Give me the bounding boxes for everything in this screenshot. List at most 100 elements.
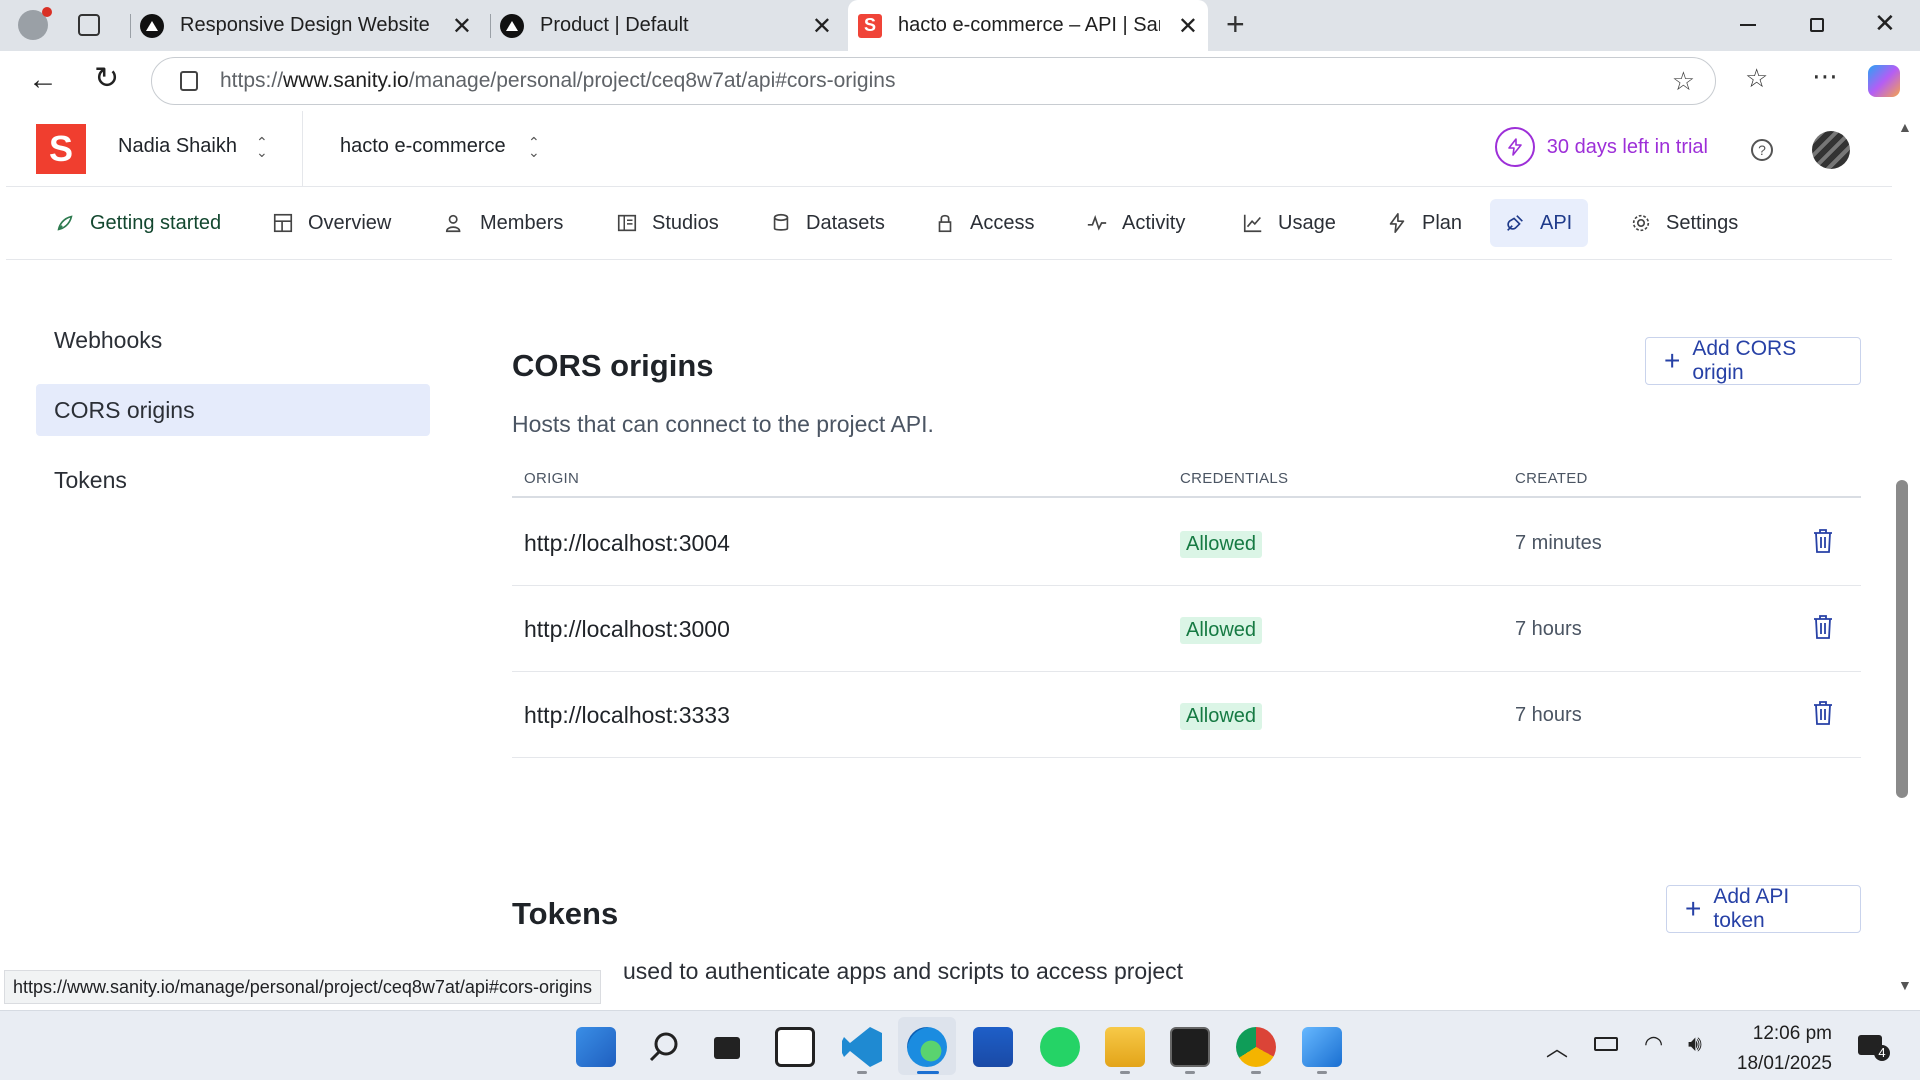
gear-icon <box>1632 214 1650 232</box>
scroll-up-arrow-icon[interactable]: ▲ <box>1898 119 1912 135</box>
nav-usage[interactable]: Usage <box>1228 199 1350 247</box>
minimize-button[interactable] <box>1740 24 1756 26</box>
nav-plan[interactable]: Plan <box>1372 199 1476 247</box>
scroll-down-arrow-icon[interactable]: ▼ <box>1898 977 1912 993</box>
browser-tab-active[interactable]: S hacto e-commerce – API | Sanity.i ✕ <box>848 0 1208 51</box>
plus-icon: + <box>1664 345 1681 376</box>
created-cell: 7 hours <box>1515 704 1582 726</box>
tokens-section-title: Tokens <box>512 896 619 931</box>
column-header-credentials: CREDENTIALS <box>1180 470 1289 487</box>
trash-icon[interactable] <box>1812 528 1834 554</box>
project-switcher-label[interactable]: hacto e-commerce <box>340 135 506 158</box>
project-nav: Getting started Overview Members Studios… <box>6 188 1892 260</box>
new-tab-button[interactable]: + <box>1226 6 1245 43</box>
wifi-icon[interactable]: ◠ <box>1644 1031 1663 1057</box>
plus-icon: + <box>1685 893 1702 924</box>
trash-icon[interactable] <box>1812 614 1834 640</box>
edge-icon[interactable] <box>907 1027 947 1067</box>
whatsapp-icon[interactable] <box>1040 1027 1080 1067</box>
sidebar-item-tokens[interactable]: Tokens <box>36 454 430 506</box>
nav-overview[interactable]: Overview <box>258 199 405 247</box>
photos-icon[interactable] <box>1302 1027 1342 1067</box>
sanity-logo[interactable]: S <box>36 124 86 174</box>
terminal-icon[interactable] <box>1170 1027 1210 1067</box>
help-icon[interactable]: ? <box>1751 139 1773 161</box>
created-cell: 7 hours <box>1515 618 1582 640</box>
browser-tab[interactable]: Product | Default ✕ <box>500 0 842 51</box>
org-switcher-label[interactable]: Nadia Shaikh <box>118 135 237 158</box>
chevron-updown-icon[interactable]: ⌃ ⌄ <box>528 135 542 159</box>
status-bar-url: https://www.sanity.io/manage/personal/pr… <box>4 970 601 1004</box>
nav-api[interactable]: API <box>1490 199 1588 247</box>
chevron-updown-icon[interactable]: ⌃ ⌄ <box>256 135 270 159</box>
close-tab-icon[interactable]: ✕ <box>452 12 472 41</box>
created-cell: 7 minutes <box>1515 532 1602 554</box>
browser-toolbar: ← ↻ https://www.sanity.io/manage/persona… <box>0 51 1920 111</box>
rocket-icon <box>57 215 73 231</box>
credentials-badge: Allowed <box>1180 703 1263 730</box>
task-view-icon[interactable] <box>708 1027 748 1067</box>
notification-icon[interactable]: 4 <box>1858 1035 1890 1061</box>
app-header: S Nadia Shaikh ⌃ ⌄ hacto e-commerce ⌃ ⌄ 30… <box>6 111 1892 187</box>
origin-cell: http://localhost:3004 <box>524 530 730 556</box>
trash-icon[interactable] <box>1812 700 1834 726</box>
trial-badge[interactable]: 30 days left in trial <box>1494 127 1708 167</box>
restore-button[interactable] <box>1810 18 1824 32</box>
close-window-button[interactable]: ✕ <box>1874 8 1896 39</box>
favorites-icon[interactable]: ☆ <box>1745 63 1768 94</box>
favorite-star-icon[interactable]: ☆ <box>1672 66 1695 97</box>
tab-actions-icon[interactable] <box>78 14 100 36</box>
sidebar-item-webhooks[interactable]: Webhooks <box>36 314 430 366</box>
browser-tab[interactable]: Responsive Design Website ✕ <box>140 0 482 51</box>
add-api-token-button[interactable]: + Add API token <box>1666 885 1861 933</box>
bolt-icon <box>1494 127 1535 167</box>
nav-studios[interactable]: Studios <box>602 199 733 247</box>
close-tab-icon[interactable]: ✕ <box>812 12 832 41</box>
scrollbar-thumb[interactable] <box>1896 480 1908 798</box>
sidebar-item-cors-origins[interactable]: CORS origins <box>36 384 430 436</box>
studio-icon <box>617 214 637 232</box>
notification-count: 4 <box>1874 1045 1890 1061</box>
sanity-favicon: S <box>858 13 882 38</box>
cors-section-title: CORS origins <box>512 348 714 383</box>
close-tab-icon[interactable]: ✕ <box>1178 12 1198 41</box>
vscode-icon[interactable] <box>842 1027 882 1067</box>
browser-tab-bar: Responsive Design Website ✕ Product | De… <box>0 0 1920 51</box>
taskbar-clock[interactable]: 12:06 pm 18/01/2025 <box>1737 1019 1832 1079</box>
add-cors-origin-button[interactable]: + Add CORS origin <box>1645 337 1861 385</box>
nav-datasets[interactable]: Datasets <box>756 199 899 247</box>
nav-access[interactable]: Access <box>920 199 1048 247</box>
reload-icon[interactable]: ↻ <box>94 61 119 96</box>
more-options-icon[interactable]: ⋯ <box>1812 61 1838 92</box>
address-bar[interactable]: https://www.sanity.io/manage/personal/pr… <box>151 57 1716 105</box>
origin-cell: http://localhost:3333 <box>524 702 730 728</box>
vercel-icon <box>140 13 164 38</box>
table-row: http://localhost:3333 Allowed 7 hours <box>512 672 1861 758</box>
chart-icon <box>1243 214 1262 233</box>
plug-icon <box>1507 215 1523 231</box>
tokens-description: used to authenticate apps and scripts to… <box>623 958 1183 984</box>
copilot-icon[interactable] <box>1868 65 1900 97</box>
widgets-icon[interactable] <box>775 1027 815 1067</box>
search-icon[interactable] <box>644 1027 684 1067</box>
nav-members[interactable]: Members <box>430 199 577 247</box>
volume-icon[interactable]: 🔊︎ <box>1688 1031 1702 1057</box>
avatar[interactable] <box>1812 131 1850 169</box>
nav-activity[interactable]: Activity <box>1072 199 1199 247</box>
column-header-created: CREATED <box>1515 470 1588 487</box>
battery-icon[interactable] <box>1594 1037 1618 1051</box>
table-row: http://localhost:3004 Allowed 7 minutes <box>512 500 1861 586</box>
bolt-icon <box>1389 213 1405 233</box>
show-hidden-icons-chevron-icon[interactable]: ︿ <box>1546 1031 1568 1063</box>
file-explorer-icon[interactable] <box>1105 1027 1145 1067</box>
chrome-icon[interactable] <box>1236 1027 1276 1067</box>
nav-getting-started[interactable]: Getting started <box>40 199 235 247</box>
vercel-icon <box>500 13 524 38</box>
back-arrow-icon[interactable]: ← <box>28 63 58 97</box>
nav-settings[interactable]: Settings <box>1616 199 1752 247</box>
profile-icon[interactable] <box>18 7 52 40</box>
lock-icon <box>180 71 198 91</box>
users-icon <box>445 214 461 233</box>
store-icon[interactable] <box>973 1027 1013 1067</box>
windows-start-icon[interactable] <box>576 1027 616 1067</box>
